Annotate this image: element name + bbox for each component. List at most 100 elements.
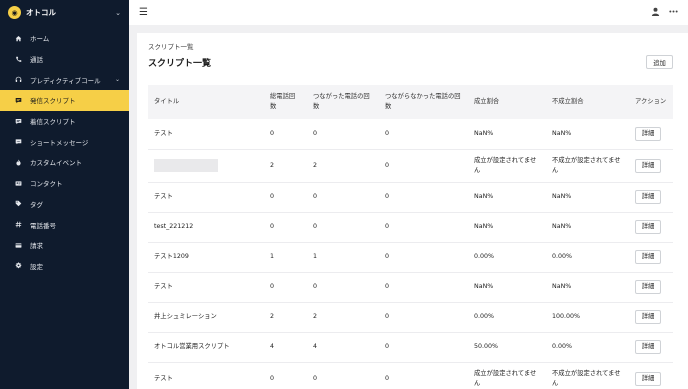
sidebar-item-label: 電話番号: [30, 221, 56, 230]
column-header: つながらなかった電話の回数: [385, 93, 461, 110]
cell-failure: 100.00%: [546, 302, 629, 333]
chevron-down-icon: ⌄: [114, 76, 120, 84]
sidebar-item-label: ショートメッセージ: [30, 138, 89, 147]
cell-unconnected: 0: [379, 272, 468, 303]
detail-button[interactable]: 詳細: [635, 126, 661, 141]
cell-total: 4: [264, 332, 307, 363]
sidebar-item-label: 通話: [30, 56, 43, 65]
flame-icon: [13, 159, 23, 166]
cell-success: NaN%: [468, 182, 546, 213]
cell-action: 詳細: [629, 212, 673, 243]
sidebar-item-message[interactable]: ショートメッセージ: [0, 131, 129, 152]
cell-unconnected: 0: [379, 302, 468, 333]
cell-title: テスト: [148, 362, 264, 389]
sidebar-item-credit-card[interactable]: 請求: [0, 235, 129, 256]
table-row: 井上シュミレーション 2 2 0 0.00% 100.00% 詳細: [148, 302, 673, 333]
cell-connected: 2: [307, 302, 379, 333]
redacted-title: [154, 159, 218, 172]
cell-connected: 4: [307, 332, 379, 363]
sidebar-item-label: 設定: [30, 262, 43, 271]
hash-icon: [13, 221, 23, 228]
outgoing-script-icon: [13, 97, 23, 104]
cell-action: 詳細: [629, 332, 673, 363]
cell-failure: 0.00%: [546, 242, 629, 273]
cell-failure: NaN%: [546, 272, 629, 303]
cell-failure: 0.00%: [546, 332, 629, 363]
cell-unconnected: 0: [379, 149, 468, 183]
credit-card-icon: [13, 242, 23, 249]
detail-button[interactable]: 詳細: [635, 310, 661, 324]
cell-action: 詳細: [629, 272, 673, 303]
cell-connected: 1: [307, 242, 379, 273]
table-row: テスト 0 0 0 成立が設定されてません 不成立が設定されてません 詳細: [148, 362, 673, 389]
cell-unconnected: 0: [379, 119, 468, 150]
detail-button[interactable]: 詳細: [635, 280, 661, 294]
menu-icon[interactable]: ☰: [139, 7, 148, 18]
user-icon[interactable]: [651, 7, 660, 18]
message-icon: [13, 138, 23, 145]
cell-connected: 0: [307, 119, 379, 150]
cell-failure: NaN%: [546, 212, 629, 243]
brand-name: オトコル: [26, 8, 56, 17]
cell-title: test_221212: [148, 212, 264, 243]
sidebar-item-label: コンタクト: [30, 180, 63, 189]
cell-failure: NaN%: [546, 182, 629, 213]
phone-icon: [13, 56, 23, 63]
column-header: タイトル: [154, 98, 180, 105]
cell-title: テスト: [148, 272, 264, 303]
cell-total: 0: [264, 119, 307, 150]
tag-icon: [13, 200, 23, 207]
sidebar-item-contact-card[interactable]: コンタクト: [0, 173, 129, 194]
cell-action: 詳細: [629, 119, 673, 150]
more-options-icon[interactable]: [669, 7, 678, 18]
cell-success: 0.00%: [468, 302, 546, 333]
detail-button[interactable]: 詳細: [635, 250, 661, 264]
sidebar-item-hash[interactable]: 電話番号: [0, 214, 129, 235]
sidebar-item-outgoing-script[interactable]: 発信スクリプト: [0, 90, 129, 111]
script-table: タイトル 総電話回数 つながった電話の回数 つながらなかった電話の回数 成立割合 不成立割…: [148, 85, 673, 389]
cell-unconnected: 0: [379, 212, 468, 243]
page-title: スクリプト一覧: [148, 59, 212, 69]
cell-success: NaN%: [468, 212, 546, 243]
detail-button[interactable]: 詳細: [635, 220, 661, 234]
cell-title: テスト: [148, 182, 264, 213]
column-header: アクション: [635, 98, 667, 105]
cell-success: 成立が設定されてません: [468, 362, 546, 389]
cell-unconnected: 0: [379, 182, 468, 213]
brand-switcher[interactable]: ◉ オトコル ⌄: [0, 0, 129, 25]
contact-card-icon: [13, 180, 23, 187]
detail-button[interactable]: 詳細: [635, 340, 661, 354]
detail-button[interactable]: 詳細: [635, 158, 661, 173]
sidebar-item-phone[interactable]: 通話: [0, 49, 129, 70]
cell-failure: NaN%: [546, 119, 629, 150]
gear-icon: [13, 262, 23, 269]
headset-icon: [13, 76, 23, 83]
sidebar-item-incoming-script[interactable]: 着信スクリプト: [0, 111, 129, 132]
sidebar-item-tag[interactable]: タグ: [0, 194, 129, 215]
script-list-card: スクリプト一覧 スクリプト一覧 追加 タイトル 総電話回数 つながった電話の回数 つな…: [137, 33, 688, 389]
cell-title: オトコル営業用スクリプト: [148, 332, 264, 363]
cell-title: 井上シュミレーション: [148, 302, 264, 333]
sidebar-item-gear[interactable]: 設定: [0, 256, 129, 277]
detail-button[interactable]: 詳細: [635, 190, 661, 204]
add-button[interactable]: 追加: [646, 55, 673, 69]
sidebar-item-home[interactable]: ホーム: [0, 28, 129, 49]
cell-connected: 0: [307, 272, 379, 303]
column-header: 不成立割合: [552, 98, 584, 105]
sidebar-item-flame[interactable]: カスタムイベント: [0, 152, 129, 173]
table-row: テスト 0 0 0 NaN% NaN% 詳細: [148, 272, 673, 303]
sidebar-item-headset[interactable]: プレディクティブコール ⌄: [0, 69, 129, 90]
topbar: ☰: [129, 0, 688, 25]
cell-total: 0: [264, 182, 307, 213]
cell-failure: 不成立が設定されてません: [546, 362, 629, 389]
sidebar: ◉ オトコル ⌄ ホーム通話プレディクティブコール ⌄ 発信スクリプト着信スクリプト…: [0, 0, 129, 389]
cell-action: 詳細: [629, 182, 673, 213]
home-icon: [13, 35, 23, 42]
column-header: 成立割合: [474, 98, 500, 105]
cell-connected: 0: [307, 212, 379, 243]
cell-total: 2: [264, 302, 307, 333]
cell-total: 0: [264, 362, 307, 389]
detail-button[interactable]: 詳細: [635, 371, 661, 386]
cell-total: 0: [264, 212, 307, 243]
sidebar-item-label: 発信スクリプト: [30, 97, 76, 106]
